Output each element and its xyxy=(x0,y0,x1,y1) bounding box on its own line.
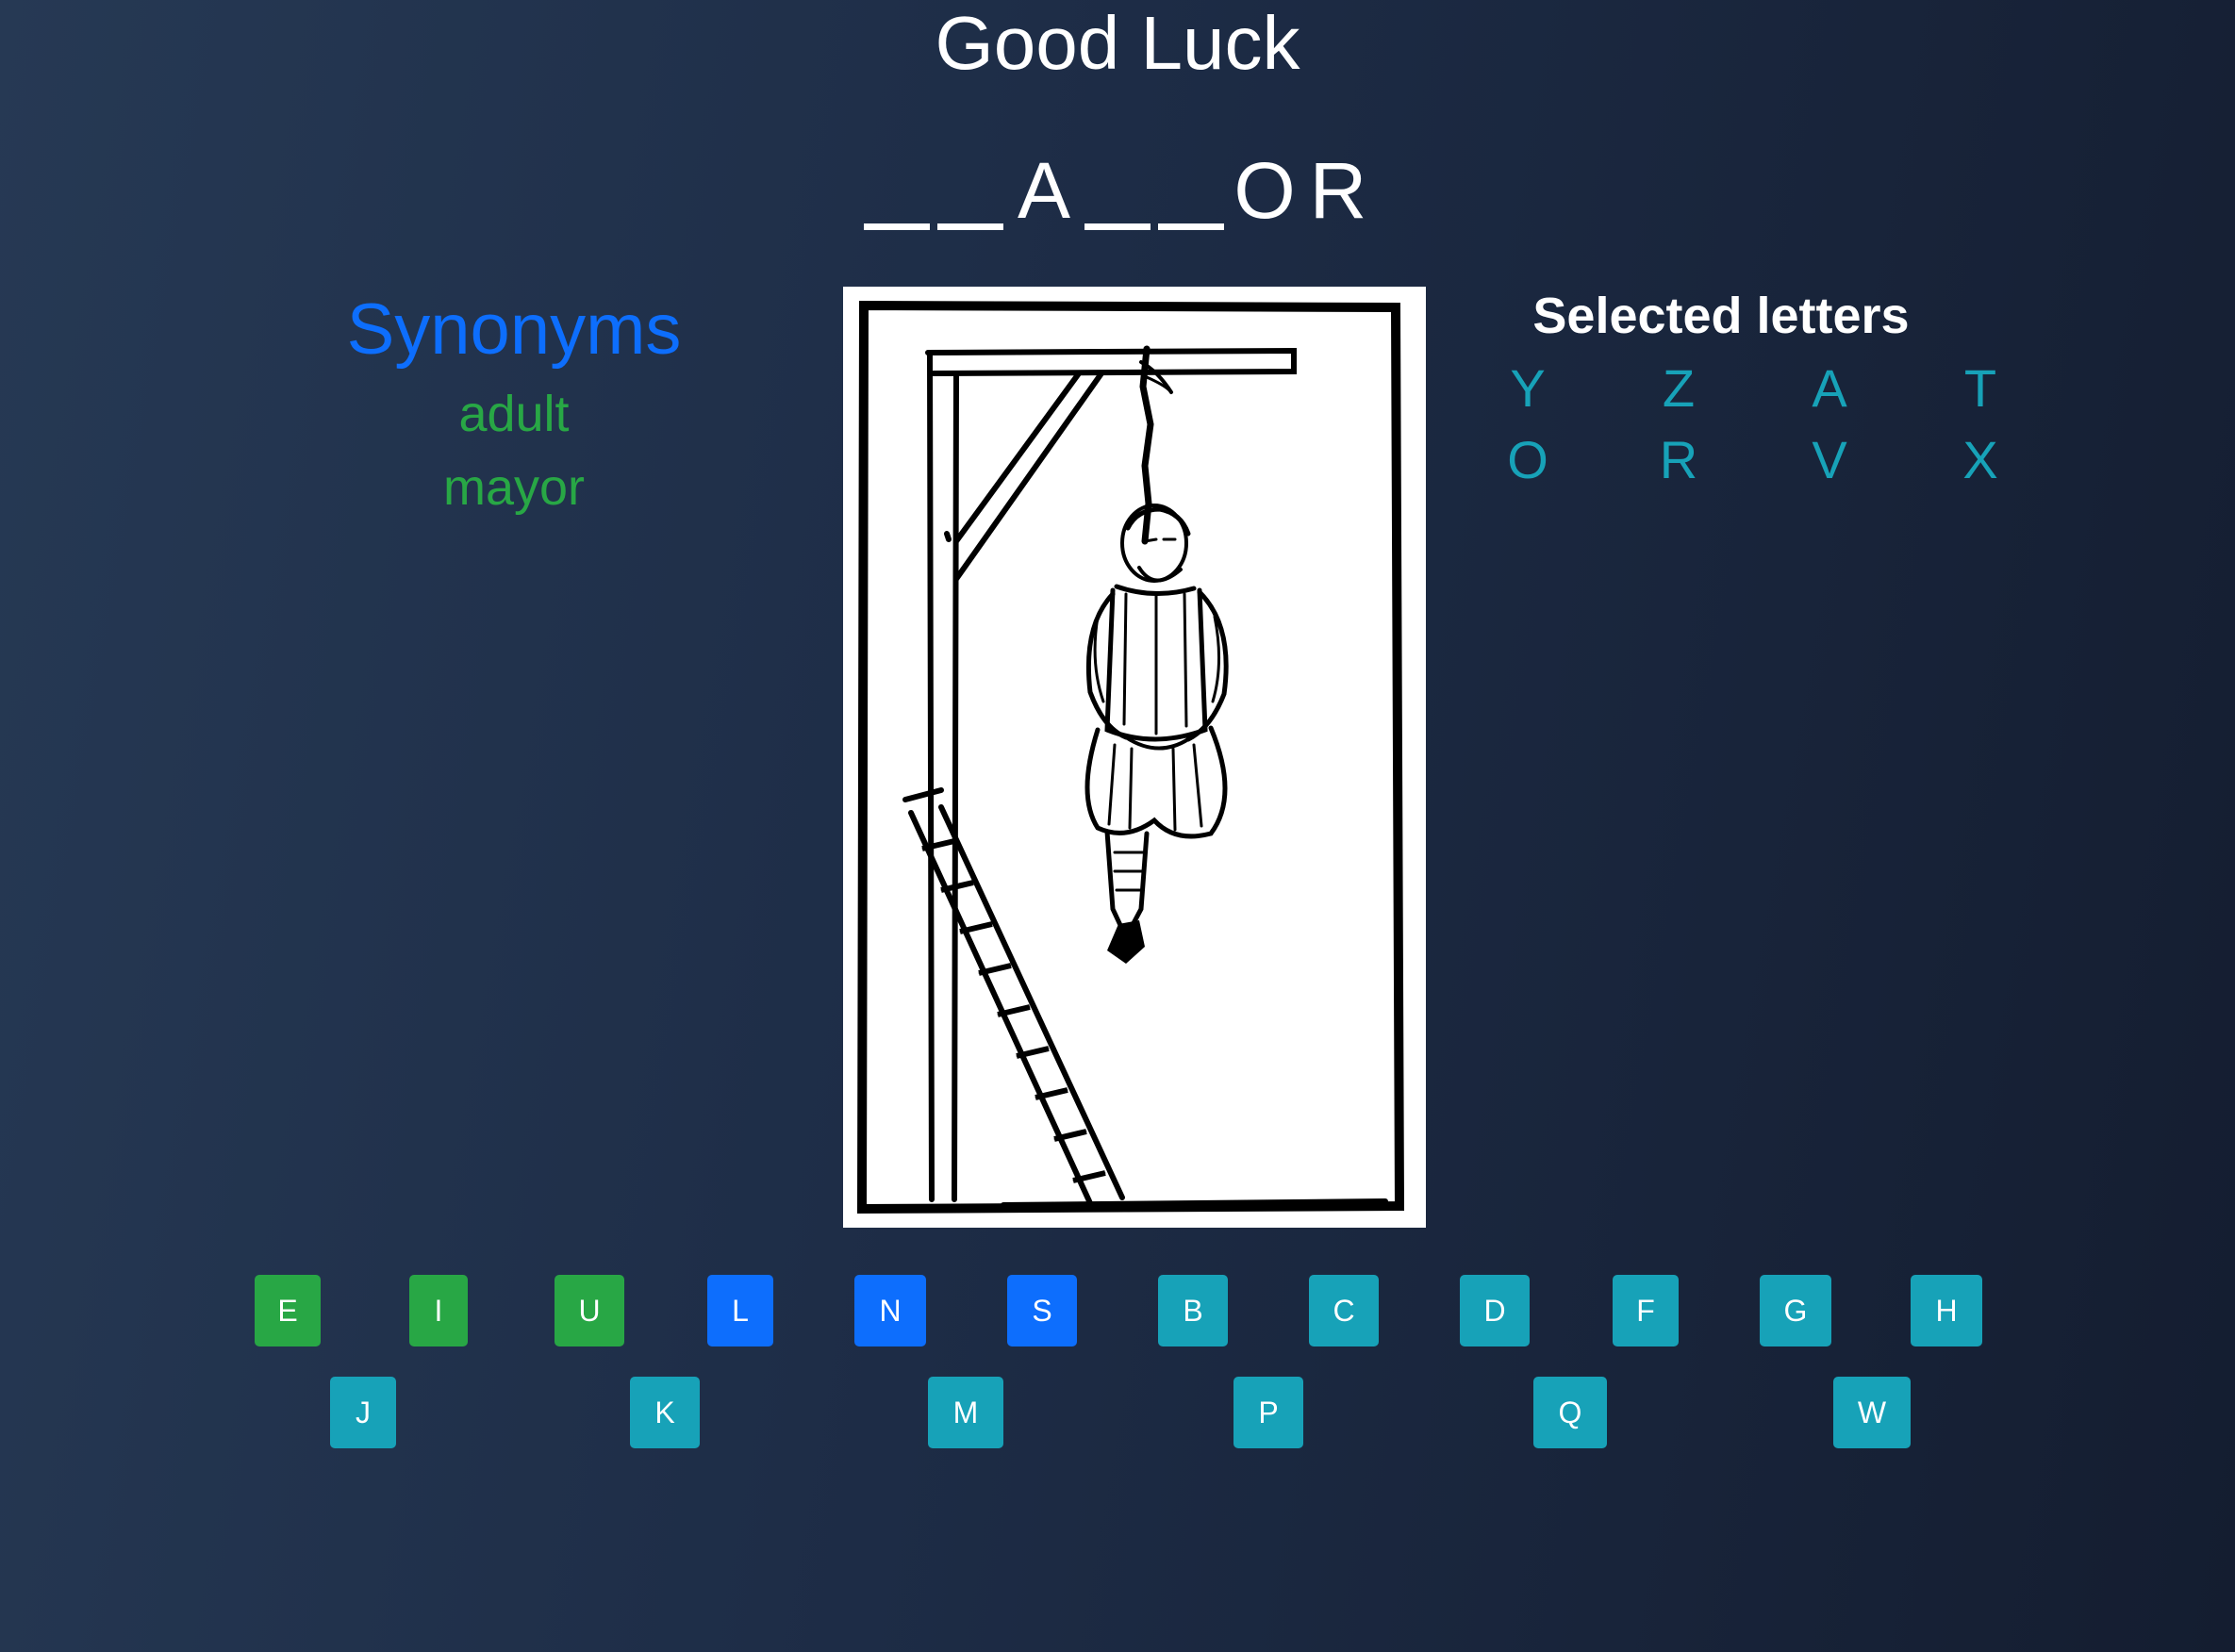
letter-key[interactable]: M xyxy=(928,1377,1003,1448)
letter-key[interactable]: F xyxy=(1613,1275,1679,1346)
letter-key[interactable]: I xyxy=(409,1275,468,1346)
letter-key[interactable]: K xyxy=(630,1377,700,1448)
selected-letter: V xyxy=(1812,430,1847,489)
letter-key[interactable]: D xyxy=(1460,1275,1530,1346)
letter-key[interactable]: P xyxy=(1233,1377,1303,1448)
letter-key[interactable]: S xyxy=(1007,1275,1077,1346)
hanged-man-gallows-illustration xyxy=(856,300,1405,1214)
selected-letter: A xyxy=(1812,358,1847,418)
selected-letter: R xyxy=(1659,430,1698,489)
letter-key[interactable]: E xyxy=(255,1275,321,1346)
letter-key[interactable]: H xyxy=(1911,1275,1982,1346)
synonym-item: mayor xyxy=(442,459,586,516)
word-letter-slot xyxy=(1158,152,1224,230)
synonym-item: adult xyxy=(458,386,570,442)
selected-letter: X xyxy=(1962,430,1998,489)
selected-letter: T xyxy=(1963,358,1997,418)
word-letter-slot: A xyxy=(1017,146,1071,235)
word-letter-slot xyxy=(864,152,930,230)
letter-key[interactable]: W xyxy=(1833,1377,1911,1448)
selected-letter: Y xyxy=(1510,358,1546,418)
word-letter-slot: O xyxy=(1233,146,1296,235)
page-title: Good Luck xyxy=(935,1,1300,85)
letter-key[interactable]: U xyxy=(555,1275,624,1346)
letter-key[interactable]: C xyxy=(1309,1275,1379,1346)
word-letter-slot xyxy=(937,152,1003,230)
letter-key[interactable]: Q xyxy=(1533,1377,1607,1448)
selected-letters-grid: Y Z A T O R V X xyxy=(1452,353,1997,496)
letter-key[interactable]: L xyxy=(707,1275,773,1346)
selected-letters-title: Selected letters xyxy=(1532,288,1910,344)
synonyms-title: Synonyms xyxy=(346,289,682,370)
word-letter-slot xyxy=(1084,152,1151,230)
letter-key[interactable]: G xyxy=(1760,1275,1831,1346)
selected-letters-panel: Selected letters Y Z A T O R V X xyxy=(1452,281,1997,496)
word-display: A O R xyxy=(0,140,2235,230)
selected-letter: Z xyxy=(1662,358,1696,418)
keyboard-row-2: J K M P Q W xyxy=(0,1377,2235,1448)
keyboard-row-1: E I U L N S B C D F G H xyxy=(0,1275,2235,1346)
hangman-image xyxy=(843,287,1426,1228)
letter-key[interactable]: J xyxy=(330,1377,396,1448)
selected-letter: O xyxy=(1507,430,1548,489)
letter-key[interactable]: N xyxy=(854,1275,926,1346)
letter-key[interactable]: B xyxy=(1158,1275,1228,1346)
synonyms-panel: Synonyms adult mayor xyxy=(283,283,745,524)
word-letter-slot: R xyxy=(1309,146,1367,235)
